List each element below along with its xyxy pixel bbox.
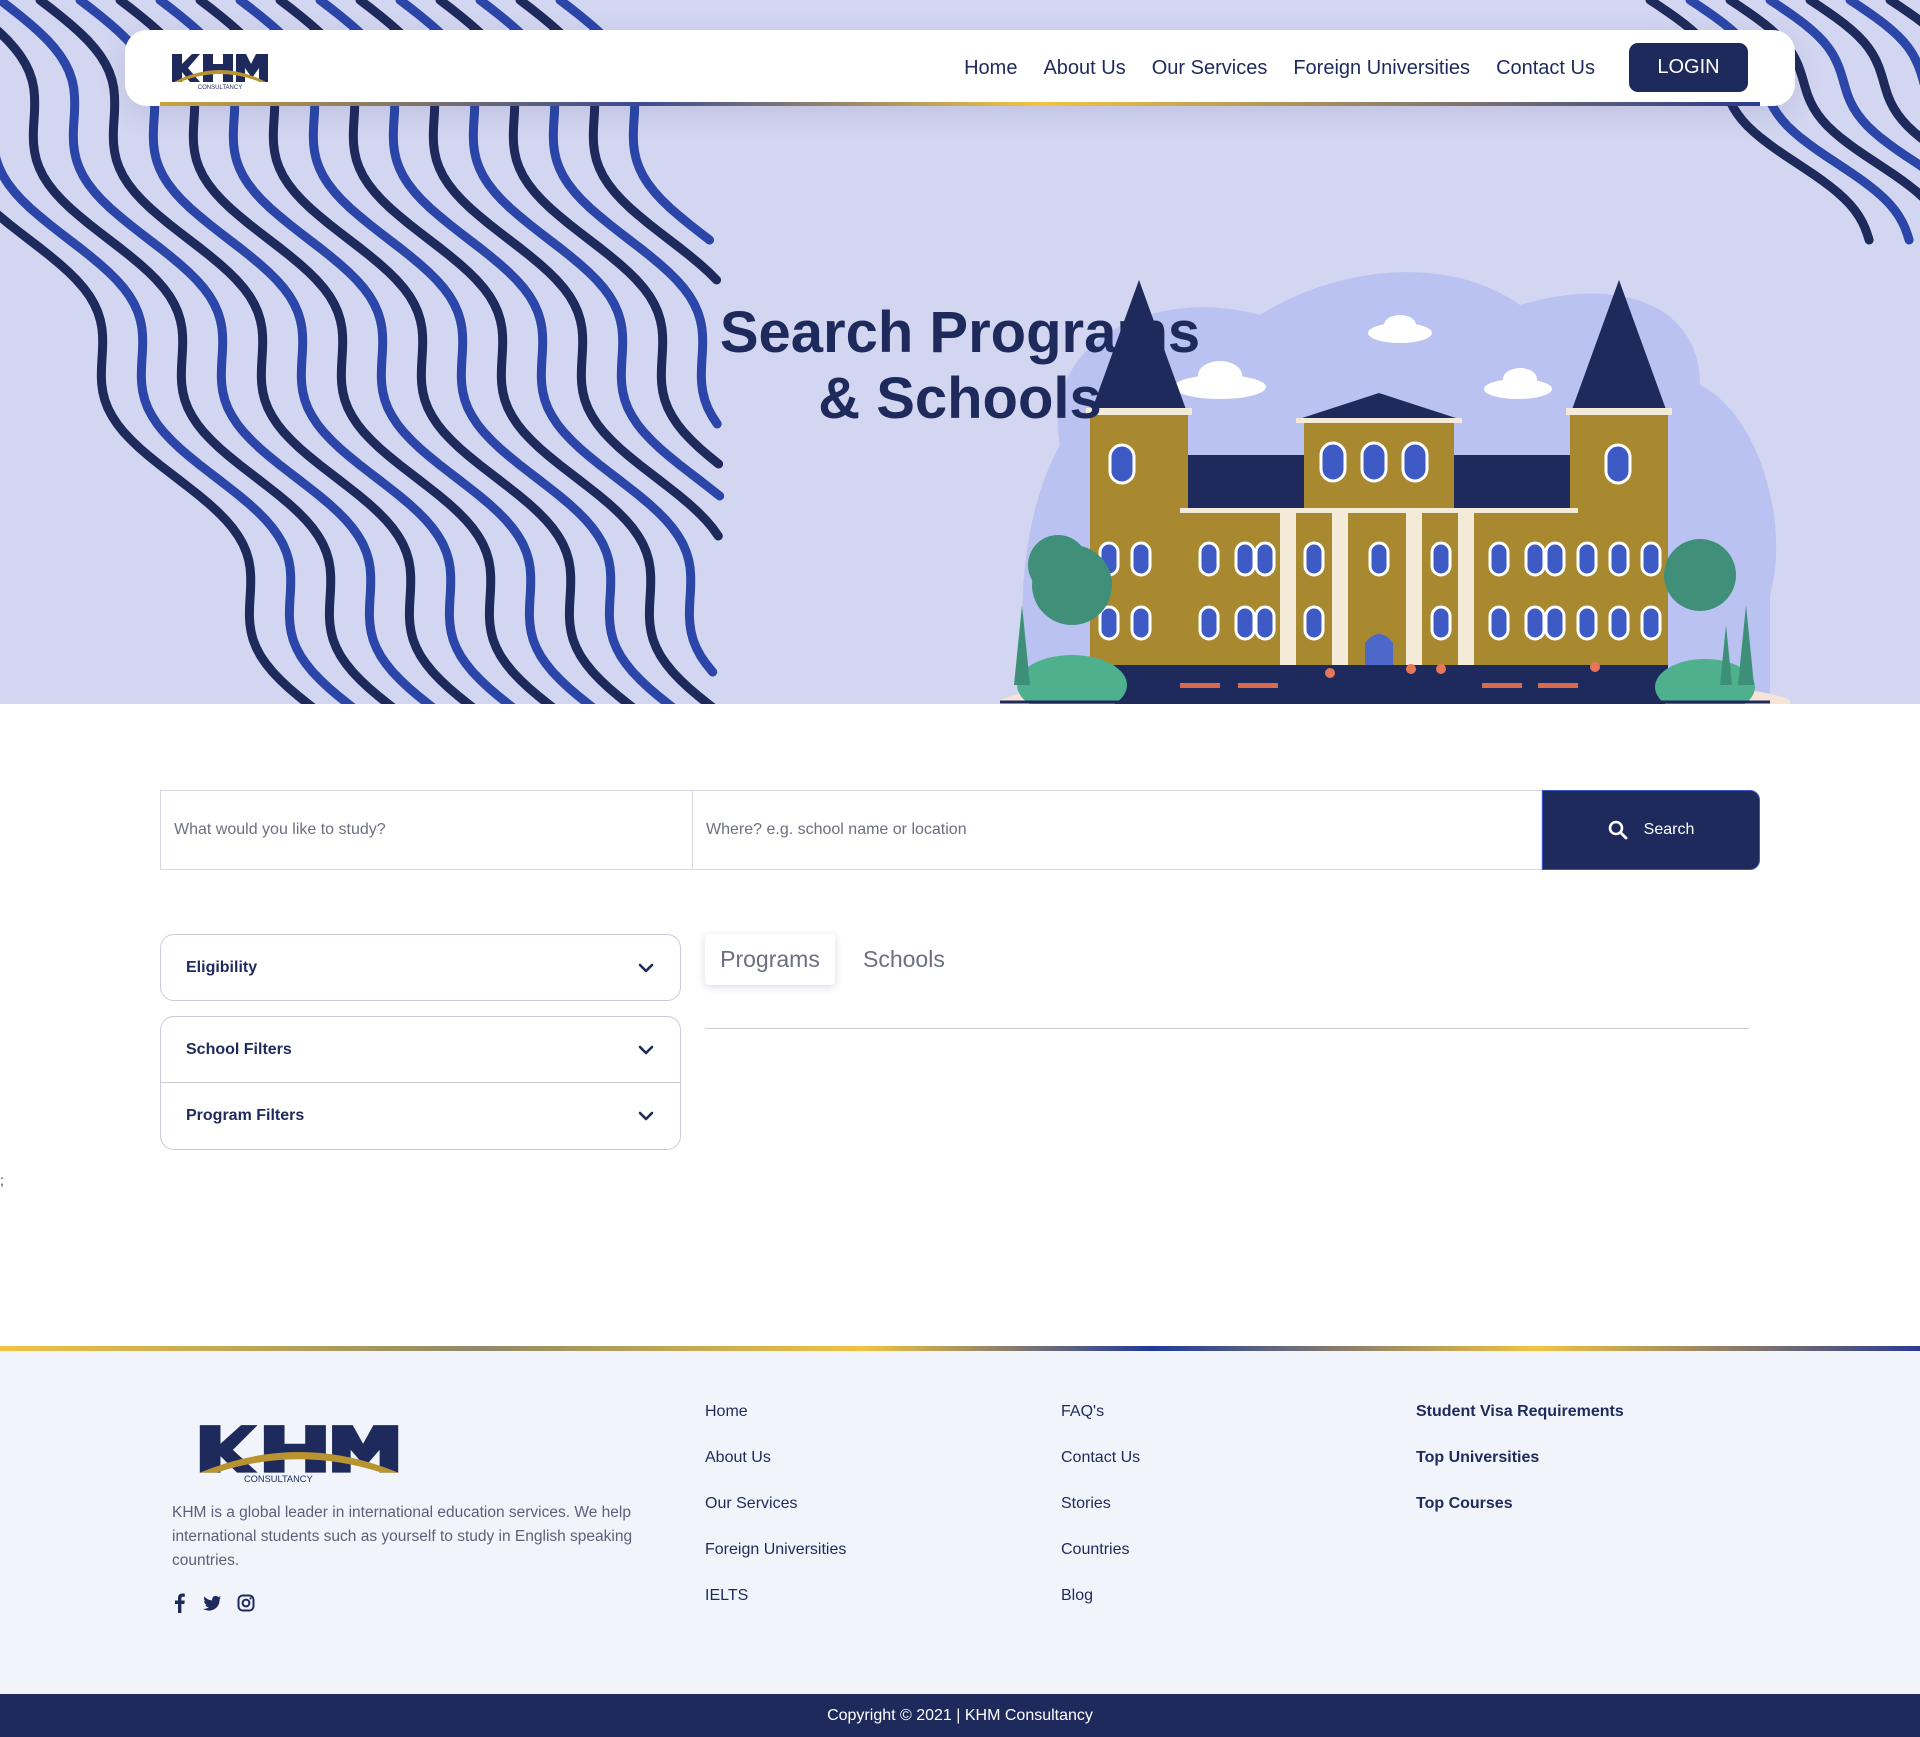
- tab-schools[interactable]: Schools: [863, 934, 945, 985]
- filter-label: Program Filters: [186, 1107, 305, 1124]
- tab-programs[interactable]: Programs: [705, 934, 835, 985]
- chevron-down-icon: [638, 963, 654, 973]
- chevron-down-icon: [638, 1045, 654, 1055]
- instagram-icon[interactable]: [236, 1593, 256, 1613]
- location-search-input[interactable]: Where? e.g. school name or location: [693, 790, 1542, 870]
- footer-link-top-universities[interactable]: Top Universities: [1416, 1449, 1624, 1467]
- hero-banner: CONSULTANCY Home About Us Our Services F…: [0, 0, 1920, 704]
- footer-link-about-us[interactable]: About Us: [705, 1449, 846, 1467]
- nav-links: Home About Us Our Services Foreign Unive…: [964, 30, 1595, 106]
- tabs-divider: [705, 1028, 1749, 1029]
- stray-character: ;: [0, 1172, 4, 1188]
- filter-school-filters[interactable]: School Filters: [160, 1016, 681, 1083]
- login-button[interactable]: LOGIN: [1629, 43, 1748, 92]
- footer-link-countries[interactable]: Countries: [1061, 1541, 1140, 1559]
- nav-link-contact-us[interactable]: Contact Us: [1496, 57, 1595, 80]
- footer-link-foreign-universities[interactable]: Foreign Universities: [705, 1541, 846, 1559]
- copyright-bar: Copyright © 2021 | KHM Consultancy: [0, 1694, 1920, 1737]
- filter-program-filters[interactable]: Program Filters: [160, 1083, 681, 1150]
- footer-column-info: FAQ's Contact Us Stories Countries Blog: [1061, 1403, 1140, 1633]
- footer: CONSULTANCY KHM is a global leader in in…: [0, 1351, 1920, 1694]
- chevron-down-icon: [638, 1111, 654, 1121]
- khm-footer-logo[interactable]: CONSULTANCY: [195, 1421, 403, 1483]
- navbar-accent-stripe: [160, 102, 1760, 106]
- nav-link-foreign-universities[interactable]: Foreign Universities: [1293, 57, 1470, 80]
- footer-column-resources: Student Visa Requirements Top Universiti…: [1416, 1403, 1624, 1541]
- hero-title: Search Programs & Schools: [700, 300, 1220, 432]
- hero-title-line2: & Schools: [818, 366, 1102, 431]
- twitter-icon[interactable]: [202, 1593, 222, 1613]
- filter-label: School Filters: [186, 1040, 292, 1058]
- footer-description: KHM is a global leader in international …: [172, 1504, 633, 1569]
- footer-link-home[interactable]: Home: [705, 1403, 846, 1421]
- footer-link-top-courses[interactable]: Top Courses: [1416, 1495, 1624, 1513]
- top-navbar: CONSULTANCY Home About Us Our Services F…: [125, 30, 1795, 106]
- footer-link-our-services[interactable]: Our Services: [705, 1495, 846, 1513]
- search-button[interactable]: Search: [1542, 790, 1760, 870]
- search-button-label: Search: [1643, 821, 1695, 838]
- footer-link-stories[interactable]: Stories: [1061, 1495, 1140, 1513]
- hero-title-line1: Search Programs: [719, 300, 1201, 365]
- search-icon: [1608, 820, 1628, 840]
- footer-column-main: Home About Us Our Services Foreign Unive…: [705, 1403, 846, 1633]
- page: CONSULTANCY Home About Us Our Services F…: [0, 0, 1920, 1737]
- social-links: [172, 1593, 256, 1613]
- filter-eligibility[interactable]: Eligibility: [160, 934, 681, 1001]
- svg-text:CONSULTANCY: CONSULTANCY: [198, 85, 242, 90]
- footer-link-faqs[interactable]: FAQ's: [1061, 1403, 1140, 1421]
- facebook-icon[interactable]: [172, 1593, 188, 1613]
- nav-link-our-services[interactable]: Our Services: [1152, 57, 1268, 80]
- footer-link-blog[interactable]: Blog: [1061, 1587, 1140, 1605]
- khm-logo[interactable]: CONSULTANCY: [170, 48, 270, 90]
- search-bar: What would you like to study? Where? e.g…: [160, 790, 1760, 870]
- filter-label: Eligibility: [186, 958, 258, 976]
- footer-link-student-visa[interactable]: Student Visa Requirements: [1416, 1403, 1624, 1421]
- study-search-input[interactable]: What would you like to study?: [160, 790, 693, 870]
- footer-link-ielts[interactable]: IELTS: [705, 1587, 846, 1605]
- nav-link-home[interactable]: Home: [964, 57, 1017, 80]
- filter-sidebar: Eligibility School Filters Program Filte…: [160, 934, 681, 1150]
- nav-link-about-us[interactable]: About Us: [1043, 57, 1125, 80]
- footer-link-contact-us[interactable]: Contact Us: [1061, 1449, 1140, 1467]
- svg-text:CONSULTANCY: CONSULTANCY: [244, 1474, 313, 1483]
